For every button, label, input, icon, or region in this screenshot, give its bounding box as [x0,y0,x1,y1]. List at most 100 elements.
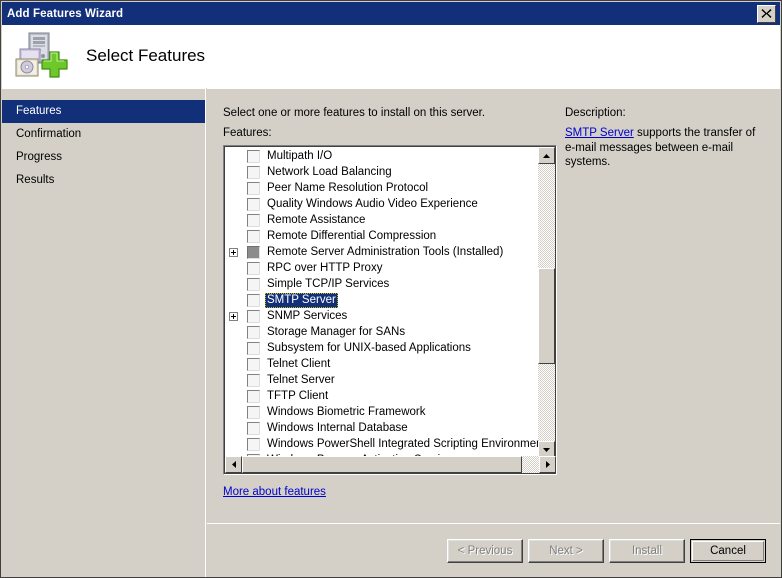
title-bar: Add Features Wizard [2,2,780,25]
expander-spacer [227,228,240,244]
feature-checkbox[interactable] [247,198,260,211]
feature-row[interactable]: Multipath I/O [224,148,538,164]
wizard-header: Select Features [2,25,780,88]
features-tree-listbox[interactable]: Multipath I/ONetwork Load BalancingPeer … [223,145,557,475]
vertical-scroll-track[interactable] [538,164,555,441]
feature-label: Subsystem for UNIX-based Applications [265,341,473,356]
expander-spacer [227,340,240,356]
feature-row[interactable]: Windows Biometric Framework [224,404,538,420]
feature-row[interactable]: Telnet Client [224,356,538,372]
cancel-button[interactable]: Cancel [690,539,766,563]
sidebar-item-progress[interactable]: Progress [2,146,205,169]
scroll-right-arrow-icon[interactable] [539,456,556,473]
scroll-left-arrow-icon[interactable] [225,456,242,473]
feature-label: Remote Differential Compression [265,229,438,244]
feature-label: Windows PowerShell Integrated Scripting … [265,437,538,452]
feature-row[interactable]: TFTP Client [224,388,538,404]
feature-row[interactable]: Peer Name Resolution Protocol [224,180,538,196]
smtp-server-link[interactable]: SMTP Server [565,127,634,139]
feature-row[interactable]: SMTP Server [224,292,538,308]
feature-checkbox[interactable] [247,310,260,323]
feature-label: SNMP Services [265,309,349,324]
previous-button[interactable]: < Previous [447,539,523,563]
feature-label: Remote Server Administration Tools (Inst… [265,245,505,260]
feature-checkbox[interactable] [247,358,260,371]
feature-row[interactable]: Network Load Balancing [224,164,538,180]
sidebar-item-confirmation[interactable]: Confirmation [2,123,205,146]
server-add-icon [12,30,68,82]
add-features-wizard-window: Add Features Wizard [0,0,782,578]
feature-row[interactable]: Subsystem for UNIX-based Applications [224,340,538,356]
feature-label: Telnet Server [265,373,337,388]
feature-row[interactable]: Windows Internal Database [224,420,538,436]
window-title: Add Features Wizard [7,8,757,20]
feature-label: Simple TCP/IP Services [265,277,391,292]
vertical-scroll-thumb[interactable] [538,268,555,364]
description-panel: Description: SMTP Server supports the tr… [565,107,765,170]
sidebar-item-results[interactable]: Results [2,169,205,192]
feature-checkbox[interactable] [247,278,260,291]
feature-row[interactable]: Windows PowerShell Integrated Scripting … [224,436,538,452]
feature-checkbox[interactable] [247,438,260,451]
feature-row[interactable]: Remote Server Administration Tools (Inst… [224,244,538,260]
feature-checkbox[interactable] [247,342,260,355]
expander-spacer [227,260,240,276]
feature-row[interactable]: Remote Assistance [224,212,538,228]
feature-row[interactable]: Remote Differential Compression [224,228,538,244]
feature-row[interactable]: Storage Manager for SANs [224,324,538,340]
features-horizontal-scrollbar[interactable] [225,456,556,473]
expander-spacer [227,324,240,340]
feature-label: SMTP Server [265,293,338,308]
description-body: SMTP Server supports the transfer of e-m… [565,126,765,170]
more-about-features-link[interactable]: More about features [223,486,326,498]
feature-checkbox[interactable] [247,422,260,435]
features-vertical-scrollbar[interactable] [538,147,555,458]
feature-checkbox[interactable] [247,294,260,307]
next-button[interactable]: Next > [528,539,604,563]
feature-label: RPC over HTTP Proxy [265,261,384,276]
feature-checkbox[interactable] [247,150,260,163]
expand-plus-icon[interactable] [227,244,240,260]
expander-spacer [227,276,240,292]
expander-spacer [227,388,240,404]
feature-label: Network Load Balancing [265,165,394,180]
expander-spacer [227,148,240,164]
button-bar: < Previous Next > Install Cancel [207,524,780,578]
feature-row[interactable]: Telnet Server [224,372,538,388]
feature-checkbox[interactable] [247,166,260,179]
feature-checkbox[interactable] [247,390,260,403]
expander-spacer [227,372,240,388]
expander-spacer [227,164,240,180]
feature-row[interactable]: SNMP Services [224,308,538,324]
feature-row[interactable]: Simple TCP/IP Services [224,276,538,292]
feature-checkbox[interactable] [247,406,260,419]
feature-label: Quality Windows Audio Video Experience [265,197,480,212]
features-label: Features: [223,127,272,139]
expander-spacer [227,180,240,196]
expander-spacer [227,420,240,436]
expander-spacer [227,196,240,212]
feature-checkbox[interactable] [247,246,260,259]
feature-checkbox[interactable] [247,262,260,275]
feature-label: Windows Biometric Framework [265,405,427,420]
feature-checkbox[interactable] [247,374,260,387]
scroll-up-arrow-icon[interactable] [538,147,555,164]
sidebar-item-features[interactable]: Features [2,100,205,123]
cancel-button-label: Cancel [692,541,764,561]
expander-spacer [227,212,240,228]
close-icon[interactable] [757,5,776,23]
feature-checkbox[interactable] [247,182,260,195]
horizontal-scroll-thumb[interactable] [242,456,522,473]
feature-checkbox[interactable] [247,230,260,243]
expander-spacer [227,356,240,372]
expand-plus-icon[interactable] [227,308,240,324]
expander-spacer [227,404,240,420]
wizard-step-sidebar: Features Confirmation Progress Results [2,88,206,577]
feature-checkbox[interactable] [247,326,260,339]
install-button[interactable]: Install [609,539,685,563]
feature-row[interactable]: Quality Windows Audio Video Experience [224,196,538,212]
feature-checkbox[interactable] [247,214,260,227]
description-title: Description: [565,107,765,119]
feature-label: Storage Manager for SANs [265,325,407,340]
feature-row[interactable]: RPC over HTTP Proxy [224,260,538,276]
